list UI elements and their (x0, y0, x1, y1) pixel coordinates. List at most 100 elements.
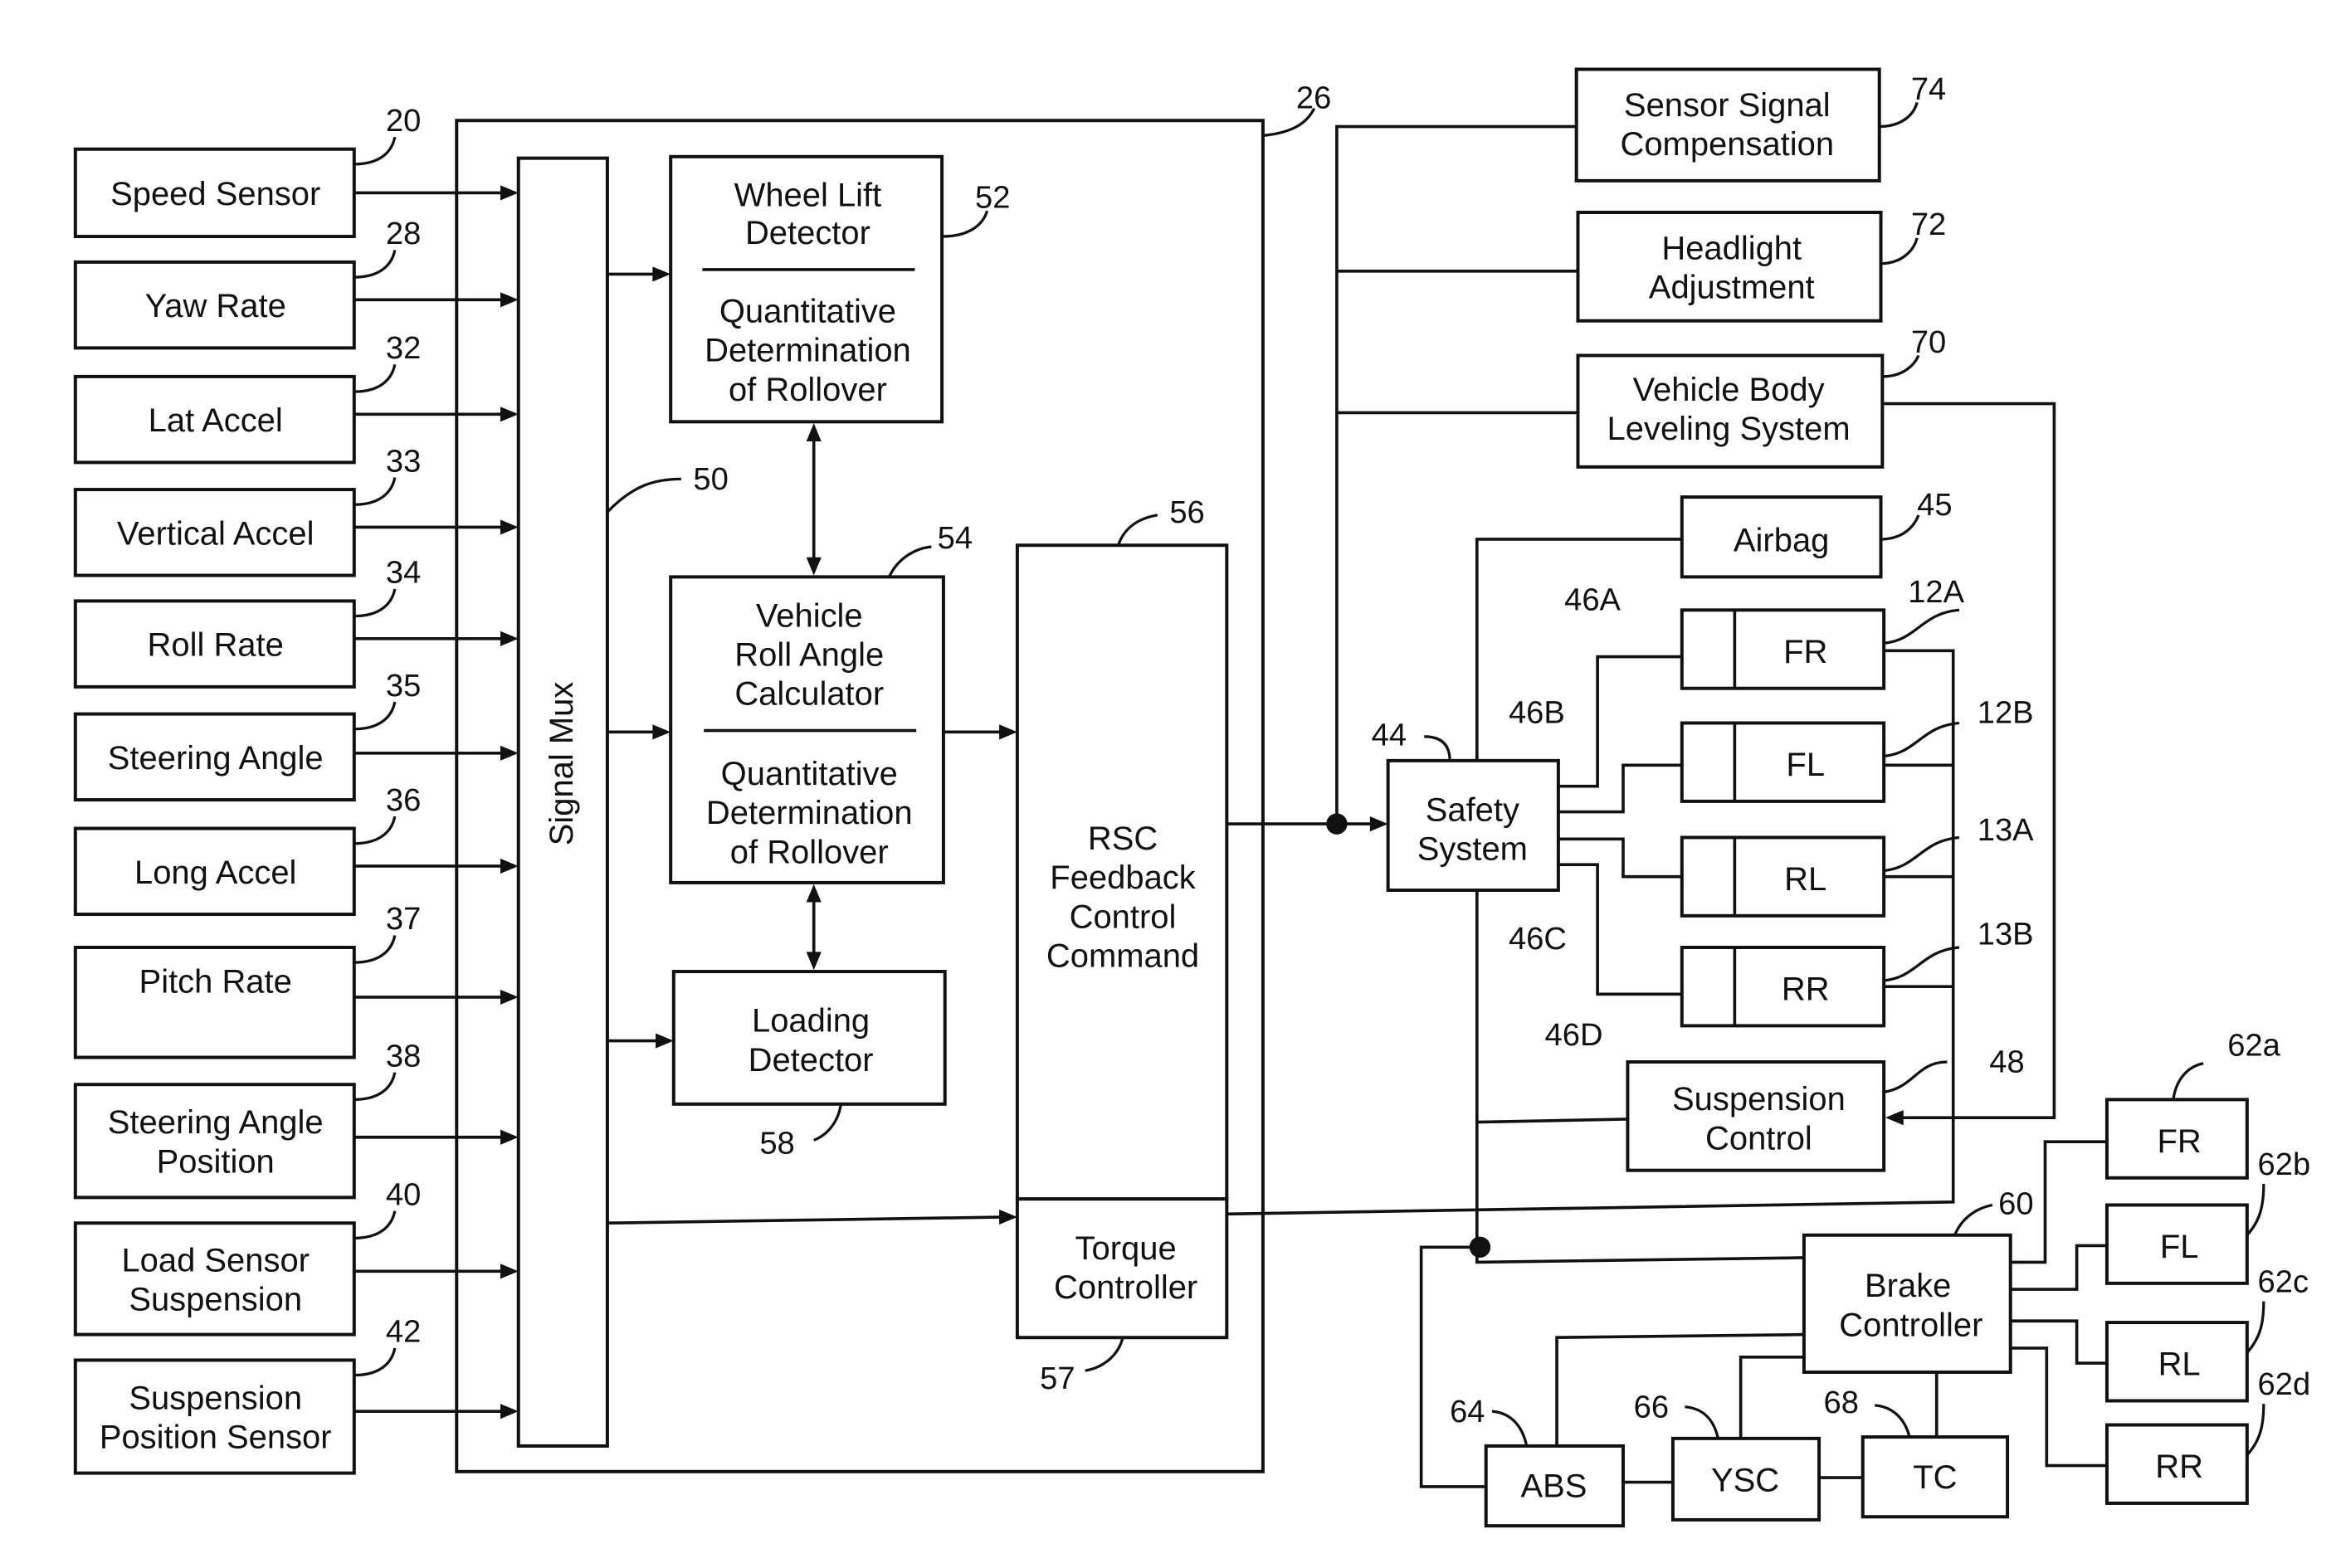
wheel-lift-line-4: Determination (705, 333, 911, 369)
sensor-lat-accel: Lat Accel 32 (73, 330, 519, 465)
sensor-column: Speed Sensor 20 Yaw Rate 28 Lat Accel 32 Verti… (73, 103, 519, 1475)
ref-leader (2172, 1062, 2204, 1100)
ref-label: 28 (386, 216, 421, 251)
sensor-label-line: Position (157, 1143, 275, 1180)
ref-label: 45 (1917, 487, 1952, 523)
safety-to-abs (1419, 1245, 1486, 1488)
roll-angle-line-3: Calculator (734, 676, 884, 713)
rsc-line-1: RSC (1088, 821, 1158, 857)
actuator-rl: RL 13A 46C (1509, 812, 2034, 957)
ref-leader (354, 935, 397, 964)
actuator-box (1680, 835, 1886, 918)
headlight-adjustment-72: Headlight Adjustment 72 (1576, 207, 1946, 323)
safety-to-airbag (1475, 538, 1682, 761)
brake-to-abs (1555, 1332, 1804, 1446)
ref-leader (2246, 1301, 2265, 1354)
wheel-lift-line-1: Wheel Lift (734, 178, 882, 214)
ref-leader (354, 1347, 397, 1377)
ref-leader (354, 363, 397, 393)
brake-to-fl (2010, 1244, 2107, 1291)
ref-label: 74 (1911, 71, 1946, 107)
sensor-label-line: Steering Angle (108, 740, 324, 777)
ref-leader (354, 1072, 397, 1101)
ref-leader (1875, 1404, 1911, 1438)
safety-line-1: Safety (1426, 791, 1519, 828)
ref-label: 57 (1040, 1361, 1075, 1396)
ref-label: 64 (1450, 1394, 1485, 1429)
sensor-comp-line-1: Sensor Signal (1624, 87, 1831, 124)
ref-label: 36 (386, 782, 421, 818)
ref-label: 35 (386, 668, 421, 704)
ref-label: 72 (1911, 207, 1946, 242)
vehicle-body-leveling-70: Vehicle Body Leveling System 70 (1576, 324, 1946, 469)
airbag-45: Airbag 45 (1680, 487, 1953, 579)
roll-angle-line-2: Roll Angle (734, 636, 884, 673)
ref-label: 13B (1978, 916, 2034, 952)
actuator-column: FR 12A 46A FL 12B 46B RL 13A 46C RR 13B 46D (1509, 574, 2034, 1053)
safety-line-2: System (1417, 831, 1528, 868)
sensor-box (73, 1083, 356, 1200)
sub-ref-label: 46B (1509, 694, 1565, 730)
roll-angle-line-6: of Rollover (730, 834, 889, 870)
ref-label: 48 (1989, 1045, 2024, 1080)
arrowhead (1885, 1110, 1904, 1126)
ref-label: 50 (693, 461, 728, 497)
ref-label: 62b (2258, 1147, 2311, 1182)
ref-label: 56 (1169, 494, 1204, 530)
ref-label: 58 (759, 1126, 794, 1161)
ref-label: 32 (386, 330, 421, 366)
sensor-label-line: Position Sensor (100, 1419, 332, 1456)
ref-label: 42 (386, 1314, 421, 1350)
sub-ref-label: 46D (1545, 1017, 1603, 1053)
wheel-lift-line-5: of Rollover (729, 372, 887, 408)
tc-68: TC 68 (1824, 1385, 2010, 1519)
sensor-label-line: Lat Accel (149, 402, 283, 439)
ref-label: 70 (1911, 324, 1946, 360)
sensor-label-line: Steering Angle (108, 1104, 324, 1141)
suspension-control-48: Suspension Control 48 (1626, 1045, 2025, 1172)
ref-leader (2246, 1404, 2265, 1456)
ref-label: 66 (1634, 1389, 1669, 1424)
ref-label: 68 (1824, 1385, 1859, 1420)
wheel-lift-line-2: Detector (745, 215, 871, 251)
actuator-label: RL (1784, 861, 1826, 898)
loading-line-1: Loading (752, 1003, 870, 1040)
ref-leader (354, 816, 397, 845)
sensor-comp-line-2: Compensation (1620, 126, 1834, 163)
sensor-box (73, 1358, 356, 1475)
actuator-label: RR (1782, 971, 1830, 1008)
safety-to-rr (1558, 863, 1682, 996)
safety-to-fr (1558, 655, 1682, 788)
torque-line-1: Torque (1075, 1230, 1177, 1267)
ref-leader (354, 701, 397, 731)
ref-label: 26 (1296, 80, 1331, 116)
ref-leader (1880, 514, 1920, 541)
headlight-line-2: Adjustment (1649, 269, 1815, 305)
ysc-label: YSC (1711, 1462, 1779, 1498)
rsc-line-3: Control (1070, 898, 1177, 935)
sensor-label-line: Speed Sensor (110, 176, 320, 212)
ref-label: 13A (1978, 812, 2034, 848)
brake-label: FL (2160, 1229, 2199, 1265)
ysc-66: YSC 66 (1634, 1389, 1821, 1522)
brake-to-rr (2010, 1346, 2107, 1468)
roll-angle-line-1: Vehicle (756, 597, 863, 634)
sensor-steering-angle-position: Steering AnglePosition 38 (73, 1038, 519, 1200)
ref-label: 33 (386, 443, 421, 479)
ref-leader (1884, 608, 1960, 645)
safety-to-suspension (1476, 1118, 1628, 1124)
tc-label: TC (1913, 1459, 1957, 1496)
sensor-label-line: Vertical Accel (117, 515, 315, 552)
ref-leader (1953, 1203, 1993, 1236)
ref-label: 60 (1998, 1186, 2033, 1221)
ref-label: 34 (386, 555, 421, 591)
sensor-label-line: Pitch Rate (139, 963, 292, 1000)
rsc-line-2: Feedback (1050, 859, 1196, 896)
roll-angle-line-4: Quantitative (721, 756, 898, 792)
brake-label: RL (2158, 1346, 2201, 1383)
rollover-stability-block-diagram: 26 Speed Sensor 20 Yaw Rate 28 Lat Accel 32 Ve… (73, 67, 2311, 1528)
sub-ref-label: 46A (1564, 582, 1621, 617)
ref-label: 52 (975, 180, 1010, 216)
ref-leader (1884, 835, 1960, 873)
ref-label: 44 (1372, 718, 1407, 753)
